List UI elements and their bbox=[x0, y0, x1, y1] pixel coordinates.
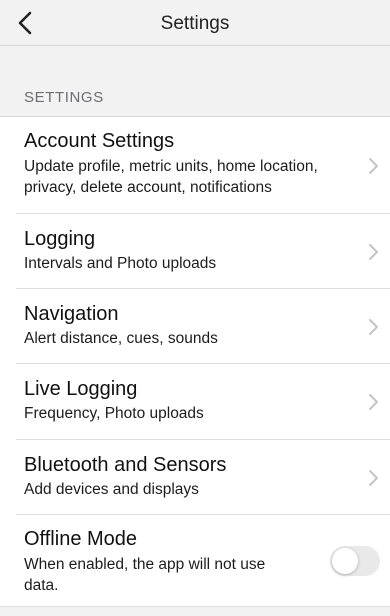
item-title: Navigation bbox=[24, 303, 119, 325]
nav-bar: Settings bbox=[0, 0, 390, 46]
offline-mode-toggle[interactable] bbox=[330, 546, 380, 576]
item-title: Logging bbox=[24, 228, 96, 250]
chevron-right-icon bbox=[369, 394, 378, 410]
settings-item-navigation[interactable]: Navigation Alert distance, cues, sounds bbox=[0, 289, 390, 364]
item-subtitle: Update profile, metric units, home locat… bbox=[24, 158, 318, 196]
settings-item-bluetooth-and-sensors[interactable]: Bluetooth and Sensors Add devices and di… bbox=[0, 440, 390, 515]
section-header: SETTINGS bbox=[24, 89, 104, 106]
settings-item-offline-mode: Offline Mode When enabled, the app will … bbox=[0, 515, 390, 607]
settings-list: Account Settings Update profile, metric … bbox=[0, 116, 390, 607]
item-title: Live Logging bbox=[24, 378, 138, 400]
chevron-right-icon bbox=[369, 157, 378, 174]
chevron-right-icon bbox=[369, 243, 378, 260]
item-subtitle: Frequency, Photo uploads bbox=[24, 405, 204, 422]
settings-item-account-settings[interactable]: Account Settings Update profile, metric … bbox=[0, 117, 390, 214]
chevron-right-icon bbox=[369, 318, 378, 335]
item-subtitle: Alert distance, cues, sounds bbox=[24, 330, 218, 347]
chevron-right-icon bbox=[369, 469, 378, 486]
page-title: Settings bbox=[160, 13, 230, 34]
divider bbox=[0, 606, 390, 607]
item-subtitle: Intervals and Photo uploads bbox=[24, 255, 217, 272]
toggle-knob bbox=[332, 548, 358, 574]
item-subtitle: Add devices and displays bbox=[24, 481, 199, 498]
item-subtitle: When enabled, the app will not use data. bbox=[24, 556, 266, 594]
settings-item-logging[interactable]: Logging Intervals and Photo uploads bbox=[0, 214, 390, 289]
item-title: Bluetooth and Sensors bbox=[24, 454, 227, 476]
item-title: Offline Mode bbox=[24, 528, 138, 550]
item-title: Account Settings bbox=[24, 130, 175, 152]
settings-item-live-logging[interactable]: Live Logging Frequency, Photo uploads bbox=[0, 364, 390, 440]
